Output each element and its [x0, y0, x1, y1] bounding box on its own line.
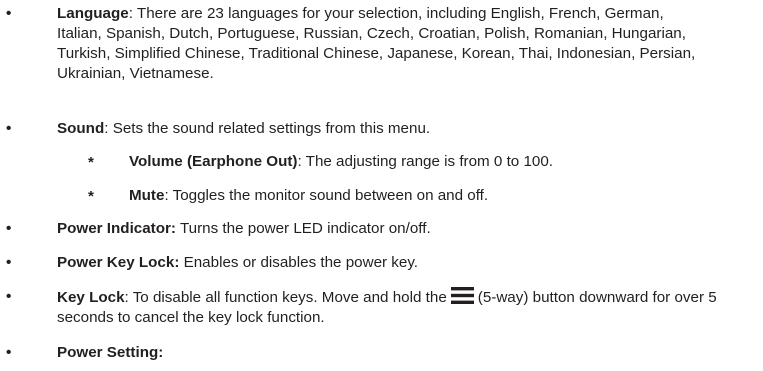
- bullet: •: [6, 288, 12, 305]
- bullet: •: [6, 120, 12, 137]
- sub-bullet: *: [88, 188, 94, 205]
- term-power-indicator: Power Indicator:: [57, 220, 176, 237]
- sub-bullet: *: [88, 154, 94, 171]
- desc-key-lock-before: To disable all function keys. Move and h…: [128, 289, 447, 306]
- bullet: •: [6, 5, 12, 22]
- list-item-text: Power Key Lock: Enables or disables the …: [57, 253, 697, 273]
- list-item-text: Key Lock: To disable all function keys. …: [57, 287, 717, 326]
- desc-sound: Sets the sound related settings from thi…: [108, 120, 431, 137]
- desc-mute: Toggles the monitor sound between on and…: [168, 187, 489, 204]
- bullet: •: [6, 344, 12, 361]
- desc-power-key-lock: Enables or disables the power key.: [179, 254, 419, 271]
- term-volume: Volume (Earphone Out): [129, 153, 298, 170]
- term-key-lock: Key Lock: [57, 289, 125, 306]
- term-language: Language: [57, 5, 129, 22]
- list-item-text: Language: There are 23 languages for you…: [57, 5, 696, 82]
- sub-item-text: Mute: Toggles the monitor sound between …: [129, 187, 489, 204]
- list-item-text: Power Setting:: [57, 343, 697, 363]
- term-mute: Mute: [129, 187, 165, 204]
- desc-power-indicator: Turns the power LED indicator on/off.: [176, 220, 431, 237]
- desc-language: There are 23 languages for your selectio…: [57, 5, 696, 82]
- desc-volume: The adjusting range is from 0 to 100.: [301, 153, 554, 170]
- list-item-text: Power Indicator: Turns the power LED ind…: [57, 219, 697, 239]
- sub-item-text: Volume (Earphone Out): The adjusting ran…: [129, 153, 554, 170]
- term-power-setting: Power Setting:: [57, 344, 164, 361]
- bullet: •: [6, 254, 12, 271]
- term-power-key-lock: Power Key Lock:: [57, 254, 180, 271]
- term-sound: Sound: [57, 120, 105, 137]
- menu-icon: [450, 287, 474, 304]
- list-item-text: Sound: Sets the sound related settings f…: [57, 120, 431, 137]
- bullet: •: [6, 220, 12, 237]
